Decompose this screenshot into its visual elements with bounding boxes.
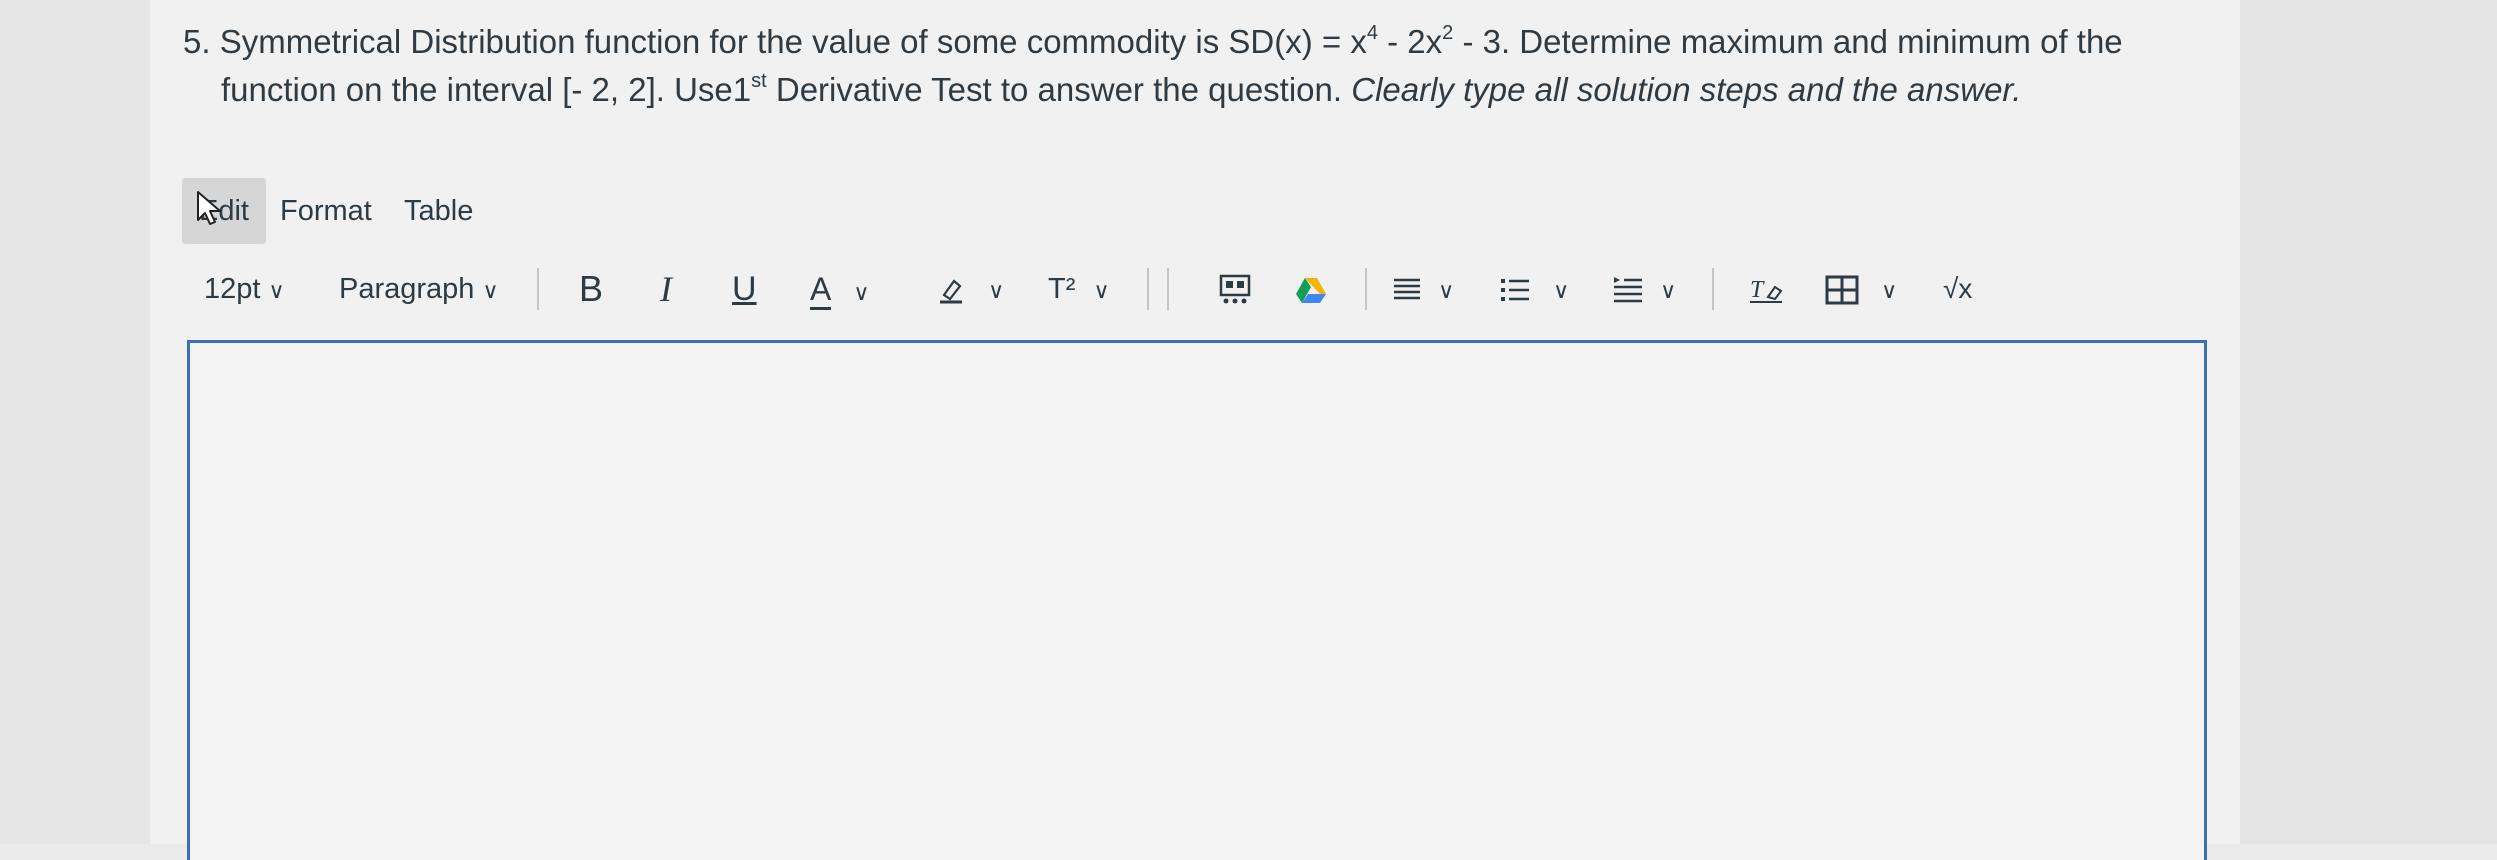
toolbar-divider — [1167, 268, 1169, 310]
google-drive-button[interactable] — [1295, 262, 1327, 316]
chevron-down-icon: ∨ — [482, 278, 499, 303]
question-line2: function on the interval [- 2, 2]. Use1s… — [183, 66, 2183, 114]
menu-table[interactable]: Table — [404, 178, 473, 244]
align-justify-icon — [1394, 279, 1420, 300]
block-format-select[interactable]: Paragraph ∨ — [339, 262, 499, 316]
bold-button[interactable]: B — [579, 262, 603, 316]
highlighter-icon — [940, 279, 962, 304]
clear-formatting-button[interactable]: T — [1748, 262, 1784, 316]
clear-formatting-icon: T — [1750, 277, 1783, 304]
chevron-down-icon: ∨ — [1553, 278, 1570, 303]
question-instruction: Clearly type all solution steps and the … — [1351, 71, 2022, 108]
chevron-down-icon: ∨ — [1660, 278, 1677, 303]
bullet-list-button[interactable]: ∨ — [1499, 262, 1569, 316]
exponent-4: 4 — [1366, 22, 1378, 44]
mouse-cursor-icon — [197, 191, 221, 225]
superscript-icon: T² — [1048, 273, 1076, 305]
toolbar-divider — [1365, 268, 1367, 310]
toolbar-divider — [1712, 268, 1714, 310]
page-right-margin — [2240, 0, 2497, 844]
rich-text-editor[interactable] — [187, 340, 2207, 860]
menu-format[interactable]: Format — [280, 178, 372, 244]
chevron-down-icon: ∨ — [853, 280, 870, 305]
page-left-margin — [0, 0, 150, 844]
question-line1-mid: - 2x — [1377, 23, 1443, 60]
chevron-down-icon: ∨ — [988, 278, 1005, 303]
bullet-list-icon — [1501, 279, 1529, 302]
toolbar-divider — [537, 268, 539, 310]
toolbar-divider — [1147, 268, 1149, 310]
chevron-down-icon: ∨ — [1438, 278, 1455, 303]
chevron-down-icon: ∨ — [1881, 278, 1898, 303]
exponent-2: 2 — [1442, 22, 1454, 44]
text-color-button[interactable]: A ∨ — [810, 262, 870, 316]
superscript-button[interactable]: T² ∨ — [1048, 262, 1110, 316]
question-line1: Symmetrical Distribution function for th… — [219, 23, 1367, 60]
align-button[interactable]: ∨ — [1392, 262, 1454, 316]
block-format-value: Paragraph — [339, 273, 475, 305]
question-line2-mid: Derivative Test to answer the question. — [766, 71, 1352, 108]
question-line1-end: - 3. Determine maximum and minimum of th… — [1453, 23, 2123, 60]
font-size-select[interactable]: 12pt ∨ — [204, 262, 285, 316]
italic-button[interactable]: I — [660, 262, 672, 316]
editor-toolbar: 12pt ∨ Paragraph ∨ B I U A ∨ ∨ T² ∨ ∨ ∨ … — [182, 262, 2002, 316]
math-equation-button[interactable]: √x — [1943, 262, 1972, 316]
ordinal-suffix: st — [751, 70, 767, 92]
question-line2-start: function on the interval [- 2, 2]. Use1 — [221, 71, 752, 108]
chevron-down-icon: ∨ — [268, 278, 285, 303]
svg-text:T: T — [1750, 277, 1765, 303]
google-drive-icon — [1296, 278, 1326, 304]
highlight-color-button[interactable]: ∨ — [936, 262, 1004, 316]
embed-media-button[interactable] — [1218, 262, 1252, 316]
font-size-value: 12pt — [204, 273, 261, 305]
question-number: 5. — [183, 23, 211, 60]
underline-button[interactable]: U — [732, 262, 757, 316]
indent-icon — [1614, 277, 1642, 303]
indent-button[interactable]: ∨ — [1612, 262, 1676, 316]
chevron-down-icon: ∨ — [1093, 278, 1110, 303]
table-icon — [1825, 275, 1859, 305]
insert-table-button[interactable]: ∨ — [1825, 262, 1897, 316]
apps-icon — [1219, 275, 1251, 304]
text-color-icon: A — [810, 271, 832, 310]
menu-edit[interactable]: Edit — [182, 178, 266, 244]
question-text: 5. Symmetrical Distribution function for… — [183, 18, 2183, 114]
